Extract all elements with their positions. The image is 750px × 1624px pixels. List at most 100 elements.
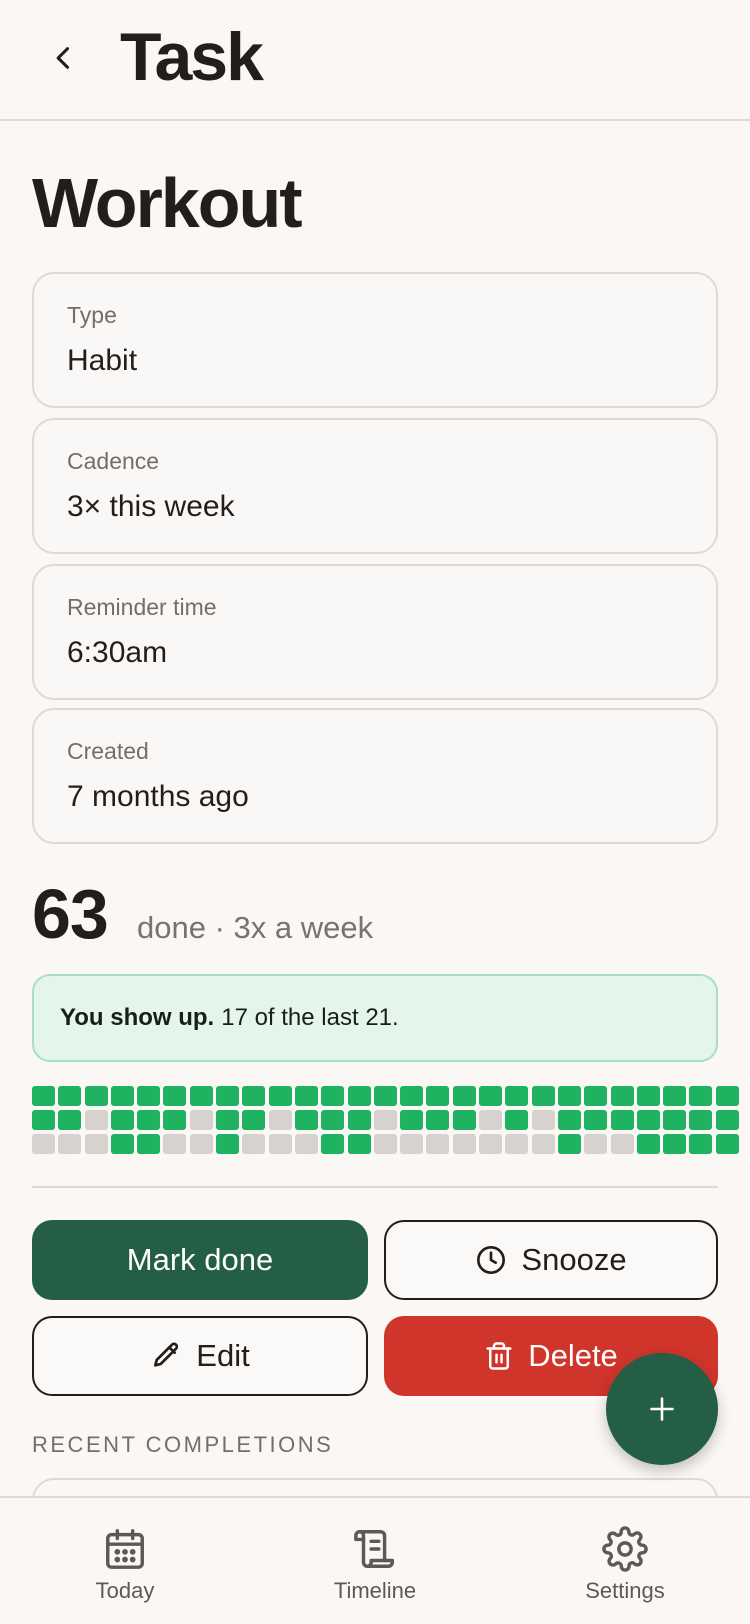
add-fab-button[interactable] (606, 1353, 718, 1465)
history-cell-done (137, 1134, 161, 1154)
history-cell-missed (242, 1134, 266, 1154)
field-label: Cadence (67, 448, 160, 474)
back-button[interactable] (42, 36, 86, 80)
history-cell-done (216, 1110, 240, 1130)
history-cell-done (636, 1086, 660, 1106)
streak-note-bold: You show up. (60, 1004, 215, 1031)
history-cell-done (689, 1110, 713, 1130)
history-cell-done (347, 1110, 371, 1130)
edit-button[interactable]: Edit (32, 1316, 368, 1396)
history-cell-done (636, 1134, 660, 1154)
history-cell-done (321, 1086, 345, 1106)
history-cell-missed (531, 1110, 555, 1130)
history-cell-done (242, 1086, 266, 1106)
history-cell-done (189, 1086, 213, 1106)
nav-label-settings: Settings (585, 1578, 665, 1603)
history-cell-missed (84, 1110, 108, 1130)
history-cell-missed (505, 1134, 529, 1154)
nav-label-today: Today (95, 1578, 155, 1603)
field-label: Type (67, 302, 117, 328)
history-cell-done (84, 1086, 108, 1106)
history-cell-missed (400, 1134, 424, 1154)
history-cell-done (452, 1110, 476, 1130)
pencil-icon (154, 1342, 179, 1367)
streak-note: You show up. 17 of the last 21. (32, 974, 718, 1062)
field-label: Created (67, 738, 149, 764)
streak-note-text: 17 of the last 21. (221, 1004, 399, 1031)
history-cell-done (163, 1110, 187, 1130)
history-cell-done (110, 1086, 134, 1106)
app-header: Task (0, 0, 750, 121)
history-cell-missed (479, 1110, 503, 1130)
gear-icon (602, 1526, 648, 1572)
field-label: Reminder time (67, 594, 217, 620)
history-cell-done (689, 1134, 713, 1154)
history-cell-done (110, 1110, 134, 1130)
history-cell-done (58, 1086, 82, 1106)
history-cell-missed (610, 1134, 634, 1154)
field-card-created[interactable]: Created 7 months ago (32, 708, 718, 844)
history-cell-done (163, 1086, 187, 1106)
history-cell-done (110, 1134, 134, 1154)
history-cell-missed (163, 1134, 187, 1154)
history-cell-missed (479, 1134, 503, 1154)
history-cell-done (137, 1110, 161, 1130)
field-card-cadence[interactable]: Cadence 3× this week (32, 418, 718, 554)
history-cell-done (32, 1110, 55, 1130)
snooze-button[interactable]: Snooze (384, 1220, 718, 1300)
history-cell-missed (32, 1134, 55, 1154)
history-cell-done (663, 1110, 687, 1130)
mark-done-button[interactable]: Mark done (32, 1220, 368, 1300)
history-cell-done (531, 1086, 555, 1106)
trash-icon (486, 1342, 512, 1370)
header-title: Task (120, 19, 264, 95)
history-cell-missed (294, 1134, 318, 1154)
history-cell-done (715, 1134, 739, 1154)
history-cell-done (294, 1086, 318, 1106)
history-cell-done (321, 1134, 345, 1154)
history-cell-done (557, 1134, 581, 1154)
history-cell-done (294, 1110, 318, 1130)
field-value: 6:30am (67, 636, 168, 669)
history-cell-done (137, 1086, 161, 1106)
history-cell-done (373, 1086, 397, 1106)
history-cell-missed (426, 1134, 450, 1154)
history-cell-missed (189, 1110, 213, 1130)
field-card-type[interactable]: Type Habit (32, 272, 718, 408)
field-card-reminder-time[interactable]: Reminder time 6:30am (32, 564, 718, 700)
history-cell-missed (373, 1134, 397, 1154)
recent-completions-heading: RECENT COMPLETIONS (32, 1432, 334, 1457)
history-cell-missed (531, 1134, 555, 1154)
history-cell-done (584, 1110, 608, 1130)
history-cell-done (610, 1086, 634, 1106)
nav-item-settings[interactable]: Settings (525, 1498, 725, 1624)
history-cell-done (216, 1134, 240, 1154)
field-value: 7 months ago (67, 780, 249, 813)
history-cell-done (452, 1086, 476, 1106)
nav-item-today[interactable]: Today (25, 1498, 225, 1624)
divider (32, 1186, 718, 1188)
history-cell-done (663, 1134, 687, 1154)
clock-icon (477, 1246, 506, 1274)
edit-label: Edit (196, 1338, 250, 1373)
nav-item-timeline[interactable]: Timeline (275, 1498, 475, 1624)
history-cell-missed (373, 1110, 397, 1130)
history-cell-missed (84, 1134, 108, 1154)
history-cell-done (584, 1086, 608, 1106)
history-cell-missed (189, 1134, 213, 1154)
history-cell-done (400, 1110, 424, 1130)
field-value: 3× this week (67, 490, 235, 523)
history-cell-done (242, 1110, 266, 1130)
history-cell-done (505, 1086, 529, 1106)
snooze-label: Snooze (521, 1242, 627, 1277)
history-cell-done (610, 1110, 634, 1130)
bottom-nav: Today Timeline Settings (0, 1496, 750, 1624)
history-cell-missed (584, 1134, 608, 1154)
history-cell-done (557, 1086, 581, 1106)
history-cell-done (32, 1086, 55, 1106)
history-cell-done (505, 1110, 529, 1130)
history-cell-done (715, 1086, 739, 1106)
history-cell-missed (268, 1134, 292, 1154)
history-cell-done (400, 1086, 424, 1106)
history-grid (32, 1086, 739, 1154)
